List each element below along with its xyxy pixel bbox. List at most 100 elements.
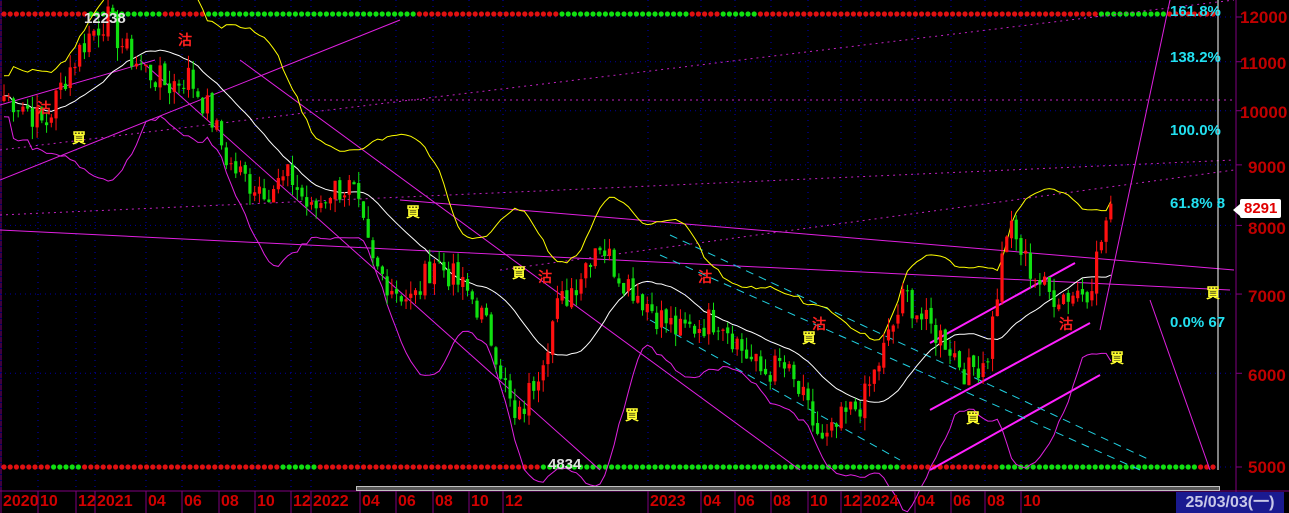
candle-body bbox=[588, 264, 593, 267]
signal-dot-top bbox=[962, 11, 968, 17]
signal-dot-bottom bbox=[621, 464, 627, 470]
signal-dot-top bbox=[1005, 11, 1012, 17]
signal-dot-bottom bbox=[317, 464, 323, 470]
candle-body bbox=[44, 122, 49, 126]
signal-dot-bottom bbox=[627, 464, 633, 470]
candle-body bbox=[149, 64, 153, 81]
candle-body bbox=[1057, 304, 1061, 310]
signal-dot-top bbox=[466, 11, 472, 17]
signal-dot-top bbox=[757, 11, 764, 17]
signal-dot-top bbox=[540, 11, 547, 17]
signal-dot-bottom bbox=[51, 464, 57, 470]
signal-dot-top bbox=[615, 11, 621, 17]
signal-dot-bottom bbox=[429, 464, 435, 470]
signal-dot-top bbox=[881, 11, 888, 17]
candle-body bbox=[333, 180, 337, 200]
signal-dot-top bbox=[193, 11, 199, 17]
signal-dot-bottom bbox=[1074, 464, 1080, 470]
signal-dot-bottom bbox=[1080, 464, 1086, 470]
candle-body bbox=[555, 298, 560, 319]
last-price-tag: 8291 bbox=[1232, 199, 1282, 218]
signal-dot-bottom bbox=[912, 464, 919, 470]
x-tick-label: 2024 bbox=[863, 493, 899, 510]
signal-dot-bottom bbox=[1049, 464, 1055, 470]
signal-dot-top bbox=[441, 11, 447, 17]
signal-dot-top bbox=[429, 11, 435, 17]
signal-dot-bottom bbox=[906, 464, 912, 470]
candle-body bbox=[655, 312, 659, 330]
candle-body bbox=[480, 307, 484, 320]
candle-body bbox=[711, 309, 716, 333]
signal-dot-bottom bbox=[943, 464, 950, 470]
signal-dot-top bbox=[677, 11, 683, 17]
signal-dot-top bbox=[596, 11, 602, 17]
trend-line bbox=[929, 374, 1101, 471]
signal-dot-bottom bbox=[156, 464, 162, 470]
candle-body bbox=[153, 82, 157, 88]
candle-body bbox=[78, 44, 82, 67]
candle-body bbox=[418, 291, 422, 295]
signal-dot-bottom bbox=[888, 464, 894, 470]
signal-dot-top bbox=[850, 11, 857, 17]
x-tick-label: 2020 bbox=[3, 493, 39, 510]
x-tick-label: 04 bbox=[703, 493, 721, 510]
candle-body bbox=[532, 381, 536, 391]
x-tick-label: 10 bbox=[810, 493, 828, 510]
signal-dot-bottom bbox=[652, 464, 658, 470]
x-tick-label: 2022 bbox=[313, 493, 349, 510]
signal-dot-bottom bbox=[869, 464, 875, 470]
signal-dot-top bbox=[683, 11, 689, 17]
signal-dot-top bbox=[745, 11, 751, 17]
signal-dot-bottom bbox=[497, 464, 503, 470]
candle-body bbox=[792, 364, 796, 380]
candle-body bbox=[461, 277, 465, 288]
candle-body bbox=[617, 278, 621, 284]
candle-body bbox=[428, 261, 432, 284]
signal-dot-bottom bbox=[119, 464, 125, 470]
candle-body bbox=[447, 268, 451, 287]
candle-body bbox=[1000, 253, 1004, 302]
signal-dot-bottom bbox=[757, 464, 764, 470]
candle-body bbox=[574, 290, 578, 296]
signal-dot-bottom bbox=[671, 464, 677, 470]
signal-dot-top bbox=[348, 11, 354, 17]
fib-level-61: 61.8% 8 bbox=[1170, 195, 1226, 212]
candle-body bbox=[797, 380, 801, 394]
signal-dot-top bbox=[175, 11, 181, 17]
fib-level-100: 100.0% bbox=[1170, 122, 1221, 139]
signal-dot-top bbox=[807, 11, 813, 17]
signal-dot-top bbox=[578, 11, 584, 17]
signal-dot-bottom bbox=[509, 464, 515, 470]
signal-dot-top bbox=[522, 11, 528, 17]
signal-dot-top bbox=[919, 11, 925, 17]
signal-dot-bottom bbox=[503, 464, 509, 470]
candle-body bbox=[636, 295, 640, 303]
signal-dot-bottom bbox=[689, 464, 695, 470]
signal-dot-top bbox=[503, 11, 509, 17]
signal-dot-bottom bbox=[900, 464, 906, 470]
fib-level-0: 0.0% 67 bbox=[1170, 314, 1226, 331]
signal-dot-bottom bbox=[1173, 464, 1179, 470]
candle-body bbox=[1005, 236, 1009, 253]
signal-dot-bottom bbox=[354, 464, 360, 470]
y-tick: 5000 bbox=[1248, 458, 1286, 477]
signal-dot-top bbox=[361, 11, 367, 17]
signal-dot-top bbox=[937, 11, 943, 17]
candle-body bbox=[740, 339, 744, 351]
signal-dot-top bbox=[125, 11, 131, 17]
candle-body bbox=[272, 189, 276, 203]
candle-body bbox=[319, 203, 323, 208]
candle-body bbox=[536, 381, 541, 391]
x-tick-label: 06 bbox=[398, 493, 416, 510]
candle-body bbox=[622, 282, 626, 294]
candle-body bbox=[219, 121, 224, 146]
signal-dot-top bbox=[838, 11, 844, 17]
signal-dot-top bbox=[658, 11, 664, 17]
signal-dot-top bbox=[435, 11, 441, 17]
candle-body bbox=[1109, 203, 1113, 220]
signal-dot-bottom bbox=[1148, 464, 1154, 470]
candle-body bbox=[210, 93, 214, 128]
chart-scrollbar[interactable] bbox=[356, 486, 1220, 491]
signal-dot-bottom bbox=[838, 464, 844, 470]
candle-body bbox=[11, 98, 16, 113]
